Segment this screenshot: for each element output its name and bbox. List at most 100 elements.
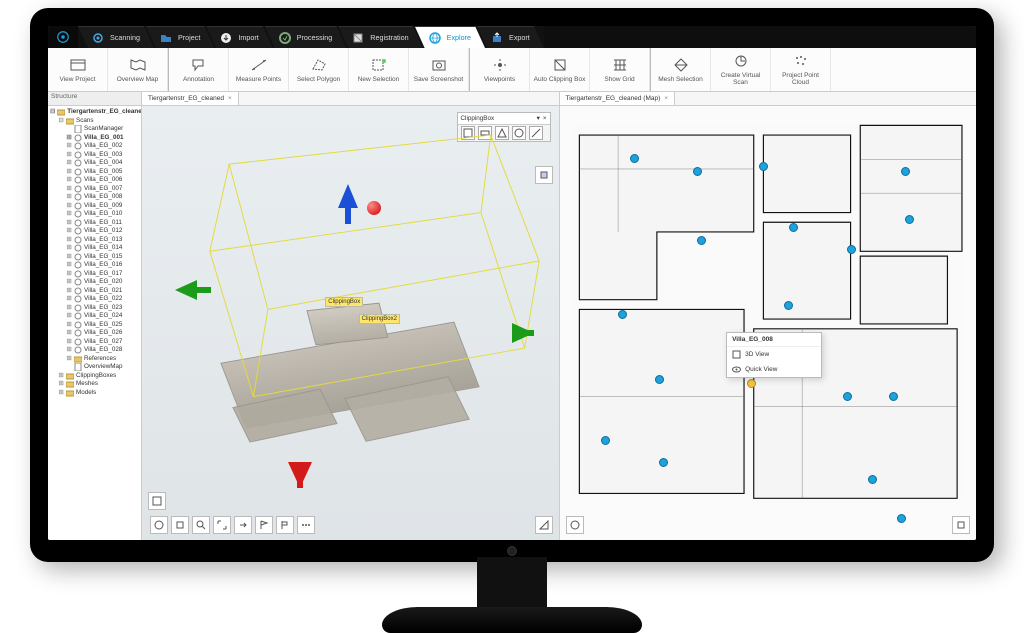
app-icon[interactable]	[48, 26, 78, 48]
ribbon-overviewmap-button[interactable]: Overview Map	[108, 48, 168, 91]
tree-scan-Villa_EG_003[interactable]: ⊞Villa_EG_003	[50, 151, 139, 160]
close-icon[interactable]: ×	[664, 95, 668, 102]
clip-label-1[interactable]: ClippingBox	[325, 297, 363, 307]
viewmap-tab[interactable]: Tiergartenstr_EG_cleaned (Map) ×	[560, 92, 676, 105]
view-tool-arrow[interactable]	[234, 516, 252, 534]
tree-scan-Villa_EG_012[interactable]: ⊞Villa_EG_012	[50, 227, 139, 236]
ribbon-savescreenshot-button[interactable]: Save Screenshot	[409, 48, 469, 91]
ribbon-projectpoint-button[interactable]: Project Point Cloud	[771, 48, 831, 91]
tree-scan-Villa_EG_011[interactable]: ⊞Villa_EG_011	[50, 219, 139, 228]
tree-scanmanager[interactable]: ScanManager	[50, 125, 139, 134]
view-widget-br[interactable]	[535, 516, 553, 534]
tree-scan-Villa_EG_001[interactable]: ⊞Villa_EG_001	[50, 134, 139, 143]
viewmap-viewport[interactable]: Villa_EG_008 3D View Quick View	[560, 106, 977, 540]
view-tool-cube[interactable]	[171, 516, 189, 534]
tree-scan-Villa_EG_006[interactable]: ⊞Villa_EG_006	[50, 176, 139, 185]
ribbon-autoclipping-button[interactable]: Auto Clipping Box	[530, 48, 590, 91]
scanpoint-7[interactable]	[847, 245, 856, 254]
popup-3dview[interactable]: 3D View	[727, 347, 821, 362]
tree-scan-Villa_EG_009[interactable]: ⊞Villa_EG_009	[50, 202, 139, 211]
tree-clippingboxes[interactable]: ⊞ClippingBoxes	[50, 372, 139, 381]
gizmo-z-arrow-icon[interactable]	[338, 184, 358, 208]
view-tool-more[interactable]	[297, 516, 315, 534]
view3d-toolbar	[150, 516, 315, 534]
nav-tab-explore[interactable]: Explore	[415, 26, 485, 48]
tree-overviewmap[interactable]: OverviewMap	[50, 363, 139, 372]
orientation-cube[interactable]	[535, 166, 553, 184]
tree-scan-Villa_EG_025[interactable]: ⊞Villa_EG_025	[50, 321, 139, 330]
nav-tab-processing[interactable]: Processing	[265, 26, 347, 48]
scanpoint-4[interactable]	[905, 215, 914, 224]
tree-scan-Villa_EG_010[interactable]: ⊞Villa_EG_010	[50, 210, 139, 219]
viewmap-widget-bl[interactable]	[566, 516, 584, 534]
ribbon-meshselection-button[interactable]: Mesh Selection	[651, 48, 711, 91]
tree-scan-Villa_EG_022[interactable]: ⊞Villa_EG_022	[50, 295, 139, 304]
nav-tab-registration[interactable]: Registration	[338, 26, 422, 48]
scanpoint-14[interactable]	[897, 514, 906, 523]
scanpoint-8[interactable]	[618, 310, 627, 319]
scanpoint-6[interactable]	[789, 223, 798, 232]
tree-references[interactable]: ⊞References	[50, 355, 139, 364]
tree-scan-Villa_EG_013[interactable]: ⊞Villa_EG_013	[50, 236, 139, 245]
tree-scan-Villa_EG_008[interactable]: ⊞Villa_EG_008	[50, 193, 139, 202]
view3d-viewport[interactable]: ClippingBox ▾ ×	[142, 106, 559, 540]
ribbon-measurepoints-button[interactable]: Measure Points	[229, 48, 289, 91]
eye-icon	[732, 365, 741, 374]
scanpoint-popup: Villa_EG_008 3D View Quick View	[726, 332, 822, 378]
view-tool-fit[interactable]	[213, 516, 231, 534]
scanpoint-12[interactable]	[889, 392, 898, 401]
scanpoint-3[interactable]	[901, 167, 910, 176]
gizmo-negx-arrow-icon[interactable]	[175, 280, 197, 300]
tree-scan-Villa_EG_023[interactable]: ⊞Villa_EG_023	[50, 304, 139, 313]
tree-scan-Villa_EG_020[interactable]: ⊞Villa_EG_020	[50, 278, 139, 287]
tree-scan-Villa_EG_014[interactable]: ⊞Villa_EG_014	[50, 244, 139, 253]
ribbon-createvscan-button[interactable]: Create Virtual Scan	[711, 48, 771, 91]
tree-meshes[interactable]: ⊞Meshes	[50, 380, 139, 389]
scanpoint-16[interactable]	[659, 458, 668, 467]
tree-scan-Villa_EG_007[interactable]: ⊞Villa_EG_007	[50, 185, 139, 194]
view3d-tab[interactable]: Tiergartenstr_EG_cleaned ×	[142, 92, 239, 105]
scanning-icon	[92, 32, 104, 44]
tree-scan-Villa_EG_024[interactable]: ⊞Villa_EG_024	[50, 312, 139, 321]
tree-root[interactable]: ⊟Tiergartenstr_EG_cleaned	[50, 108, 139, 117]
processing-icon	[279, 32, 291, 44]
tree-scan-Villa_EG_004[interactable]: ⊞Villa_EG_004	[50, 159, 139, 168]
viewmap-widget-br[interactable]	[952, 516, 970, 534]
scanpoint-13[interactable]	[868, 475, 877, 484]
view-tool-flag[interactable]	[255, 516, 273, 534]
ribbon-annotation-button[interactable]: Annotation	[169, 48, 229, 91]
close-icon[interactable]: ×	[228, 95, 232, 102]
tree-scan-Villa_EG_028[interactable]: ⊞Villa_EG_028	[50, 346, 139, 355]
tree-scan-Villa_EG_016[interactable]: ⊞Villa_EG_016	[50, 261, 139, 270]
ribbon-viewpoints-button[interactable]: Viewpoints	[470, 48, 530, 91]
view-tool-zoom[interactable]	[192, 516, 210, 534]
tree-scan-Villa_EG_002[interactable]: ⊞Villa_EG_002	[50, 142, 139, 151]
view-tool-flag2[interactable]	[276, 516, 294, 534]
tree-scan-Villa_EG_015[interactable]: ⊞Villa_EG_015	[50, 253, 139, 262]
scanpoint-1[interactable]	[693, 167, 702, 176]
tree-models[interactable]: ⊞Models	[50, 389, 139, 398]
tree-scan-Villa_EG_005[interactable]: ⊞Villa_EG_005	[50, 168, 139, 177]
ribbon-showgrid-button[interactable]: Show Grid	[590, 48, 650, 91]
gizmo-x-arrow-icon[interactable]	[512, 323, 534, 343]
tree-scans[interactable]: ⊟Scans	[50, 117, 139, 126]
tree-scan-Villa_EG_017[interactable]: ⊞Villa_EG_017	[50, 270, 139, 279]
nav-tab-project[interactable]: Project	[146, 26, 214, 48]
tree-scan-Villa_EG_021[interactable]: ⊞Villa_EG_021	[50, 287, 139, 296]
scanpoint-0[interactable]	[630, 154, 639, 163]
clip-label-2[interactable]: ClippingBox2	[359, 314, 400, 324]
view-tool-globe[interactable]	[150, 516, 168, 534]
nav-tab-export[interactable]: Export	[477, 26, 544, 48]
ribbon-newselection-button[interactable]: New Selection	[349, 48, 409, 91]
tree-scan-Villa_EG_026[interactable]: ⊞Villa_EG_026	[50, 329, 139, 338]
tree-scan-Villa_EG_027[interactable]: ⊞Villa_EG_027	[50, 338, 139, 347]
popup-quickview[interactable]: Quick View	[727, 362, 821, 377]
ribbon-selectpolygon-button[interactable]: Select Polygon	[289, 48, 349, 91]
nav-tab-import[interactable]: Import	[206, 26, 272, 48]
view-widget-bl[interactable]	[148, 492, 166, 510]
ribbon-viewproject-button[interactable]: View Project	[48, 48, 108, 91]
createvscan-icon	[731, 52, 751, 70]
nav-tab-scanning[interactable]: Scanning	[78, 26, 154, 48]
scanpoint-15[interactable]	[601, 436, 610, 445]
gizmo-negz-arrow-icon[interactable]	[288, 462, 312, 488]
